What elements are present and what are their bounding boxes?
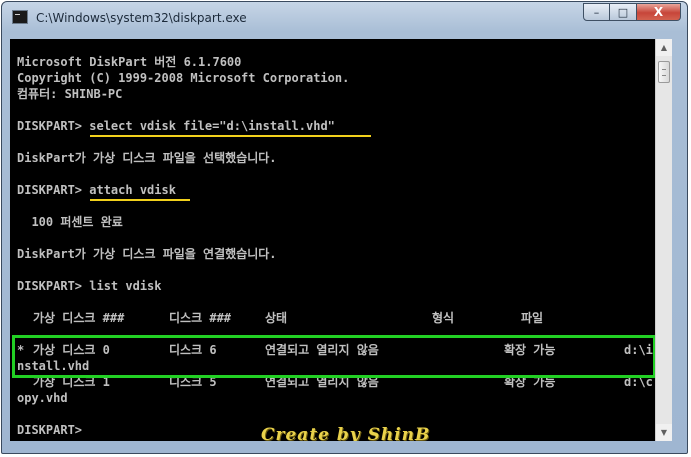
highlight-box [12,335,655,378]
prompt: DISKPART> [17,119,90,133]
close-button[interactable]: X [637,3,681,21]
command-line-attach: DISKPART> attach vdisk [17,182,176,198]
command-underline [90,199,190,201]
command-line-select: DISKPART> select vdisk file="d:\install.… [17,118,335,134]
console-app-icon[interactable] [12,10,28,24]
scroll-down-button[interactable]: ▼ [656,424,672,441]
command-line-list: DISKPART> list vdisk [17,278,162,294]
arrow-down-icon: ▼ [660,428,668,437]
arrow-up-icon: ▲ [660,43,668,52]
column-header-state: 상태 [265,311,288,325]
header-computer: 컴퓨터: SHINB-PC [17,87,123,101]
column-header-disk: 디스크 ### [169,311,232,325]
prompt: DISKPART> [17,183,90,197]
title-bar[interactable]: C:\Windows\system32\diskpart.exe – □ X [2,2,687,36]
column-header-virtual-disk: 가상 디스크 ### [33,311,125,325]
vertical-scrollbar[interactable]: ▲ ▼ [655,39,672,441]
scrollbar-thumb[interactable] [658,61,670,83]
console-output[interactable]: Microsoft DiskPart 버전 6.1.7600 Copyright… [10,39,655,441]
message-selected: DiskPart가 가상 디스크 파일을 선택했습니다. [17,151,277,165]
command-select-vdisk: select vdisk file="d:\install.vhd" [89,119,335,133]
column-header-type: 형식 [432,311,455,325]
window-controls: – □ X [583,3,681,23]
header-version: Microsoft DiskPart 버전 6.1.7600 [17,55,242,69]
minimize-icon: – [593,5,600,19]
message-attached: DiskPart가 가상 디스크 파일을 연결했습니다. [17,247,277,261]
minimize-button[interactable]: – [583,3,610,21]
window-title: C:\Windows\system32\diskpart.exe [36,11,247,25]
row-1-file-rest: opy.vhd [17,391,68,405]
maximize-button[interactable]: □ [610,3,637,21]
prompt: DISKPART> [17,279,90,293]
command-attach-vdisk: attach vdisk [89,183,176,197]
command-underline [90,135,371,137]
final-prompt: DISKPART> [17,423,90,437]
command-list-vdisk: list vdisk [89,279,162,293]
column-header-file: 파일 [521,311,544,325]
maximize-icon: □ [617,5,629,19]
close-icon: X [653,5,664,19]
progress-text: 100 퍼센트 완료 [17,215,123,229]
watermark: Create by ShinB [261,425,431,441]
header-copyright: Copyright (C) 1999-2008 Microsoft Corpor… [17,71,350,85]
console-window: C:\Windows\system32\diskpart.exe – □ X M… [1,1,688,454]
scroll-up-button[interactable]: ▲ [656,39,672,56]
